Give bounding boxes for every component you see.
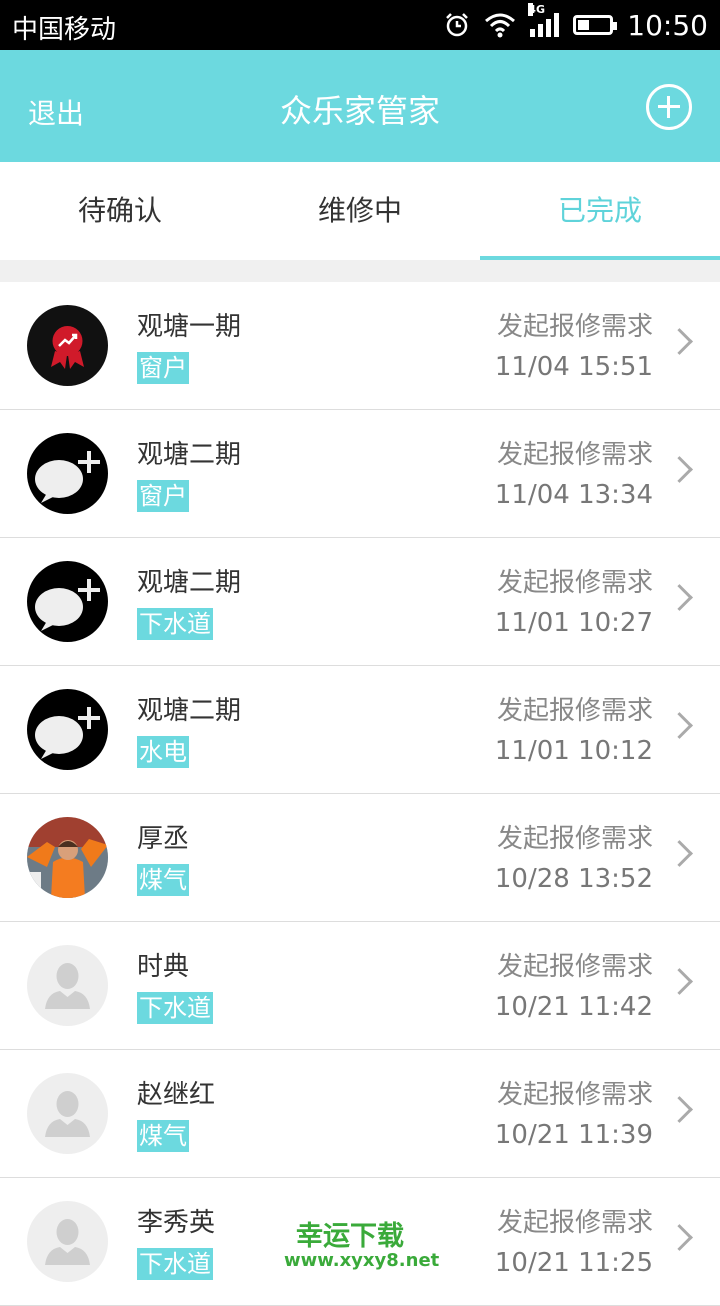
wifi-icon (485, 13, 516, 38)
chevron-right-icon (666, 968, 693, 995)
chevron-right-icon (666, 1224, 693, 1251)
chat-plus-icon (27, 561, 108, 642)
chat-plus-icon (27, 433, 108, 514)
page-title: 众乐家管家 (279, 92, 440, 130)
item-status: 发起报修需求 (496, 1080, 653, 1110)
category-tag: 窗户 (137, 352, 189, 384)
category-tag: 煤气 (137, 1120, 189, 1152)
item-status: 发起报修需求 (496, 312, 653, 342)
list-item[interactable]: 赵继红 煤气 发起报修需求 10/21 11:39 (0, 1050, 720, 1178)
category-tag: 下水道 (137, 1248, 213, 1280)
repair-list: 观塘一期 窗户 发起报修需求 11/04 15:51 观塘二期 窗户 发起报修需… (0, 282, 720, 1306)
category-tag: 下水道 (137, 608, 213, 640)
item-name: 时典 (137, 952, 190, 982)
item-name: 观塘二期 (137, 440, 242, 470)
item-name: 厚丞 (137, 824, 190, 854)
item-name: 观塘二期 (137, 696, 242, 726)
list-item[interactable]: 观塘二期 水电 发起报修需求 11/01 10:12 (0, 666, 720, 794)
status-tabs: 待确认 维修中 已完成 (0, 162, 720, 260)
default-user-icon (27, 945, 108, 1026)
status-icons: 4G 10:50 (444, 3, 708, 43)
item-date: 11/04 15:51 (494, 352, 653, 382)
watermark-title: 幸运下载 (296, 1221, 404, 1252)
list-item[interactable]: 厚丞 煤气 发起报修需求 10/28 13:52 (0, 794, 720, 922)
category-tag: 水电 (137, 736, 189, 768)
plus-circle-icon[interactable] (646, 84, 692, 130)
chevron-right-icon (666, 328, 693, 355)
category-tag: 煤气 (137, 864, 189, 896)
chevron-right-icon (666, 584, 693, 611)
chevron-right-icon (666, 456, 693, 483)
item-date: 10/21 11:42 (494, 992, 653, 1022)
item-date: 10/21 11:25 (494, 1248, 653, 1278)
item-status: 发起报修需求 (496, 824, 653, 854)
default-user-icon (27, 1201, 108, 1282)
category-tag: 下水道 (137, 992, 213, 1024)
item-date: 11/01 10:27 (494, 608, 653, 638)
alarm-icon (446, 13, 469, 37)
network-type: 4G (528, 3, 545, 16)
default-user-icon (27, 1073, 108, 1154)
item-status: 发起报修需求 (496, 1208, 653, 1238)
item-name: 观塘一期 (137, 312, 242, 342)
item-status: 发起报修需求 (496, 568, 653, 598)
item-status: 发起报修需求 (496, 440, 653, 470)
list-item[interactable]: 观塘二期 窗户 发起报修需求 11/04 13:34 (0, 410, 720, 538)
chevron-right-icon (666, 712, 693, 739)
list-item[interactable]: 观塘一期 窗户 发起报修需求 11/04 15:51 (0, 282, 720, 410)
section-divider (0, 260, 720, 282)
chat-plus-icon (27, 689, 108, 770)
cell-signal-icon: 4G (528, 3, 560, 37)
item-name: 观塘二期 (137, 568, 242, 598)
item-date: 11/01 10:12 (494, 736, 653, 766)
clock: 10:50 (627, 8, 708, 42)
tab-completed[interactable]: 已完成 (480, 162, 720, 260)
user-photo-avatar (27, 817, 108, 898)
watermark-url: www.xyxy8.net (284, 1250, 440, 1271)
item-name: 李秀英 (137, 1208, 216, 1238)
battery-icon (573, 15, 618, 35)
category-tag: 窗户 (137, 480, 189, 512)
app-header: 退出 众乐家管家 (0, 50, 720, 162)
item-date: 10/28 13:52 (494, 864, 653, 894)
tab-in-repair[interactable]: 维修中 (240, 162, 480, 260)
medal-icon (27, 305, 108, 386)
item-name: 赵继红 (137, 1080, 216, 1110)
list-item[interactable]: 时典 下水道 发起报修需求 10/21 11:42 (0, 922, 720, 1050)
chevron-right-icon (666, 1096, 693, 1123)
chevron-right-icon (666, 840, 693, 867)
carrier-name: 中国移动 (12, 15, 117, 45)
item-status: 发起报修需求 (496, 952, 653, 982)
tab-pending[interactable]: 待确认 (0, 162, 240, 260)
item-date: 10/21 11:39 (494, 1120, 653, 1150)
item-status: 发起报修需求 (496, 696, 653, 726)
status-bar: 中国移动 4G 10:50 (0, 0, 720, 50)
item-date: 11/04 13:34 (494, 480, 653, 510)
list-item[interactable]: 观塘二期 下水道 发起报修需求 11/01 10:27 (0, 538, 720, 666)
